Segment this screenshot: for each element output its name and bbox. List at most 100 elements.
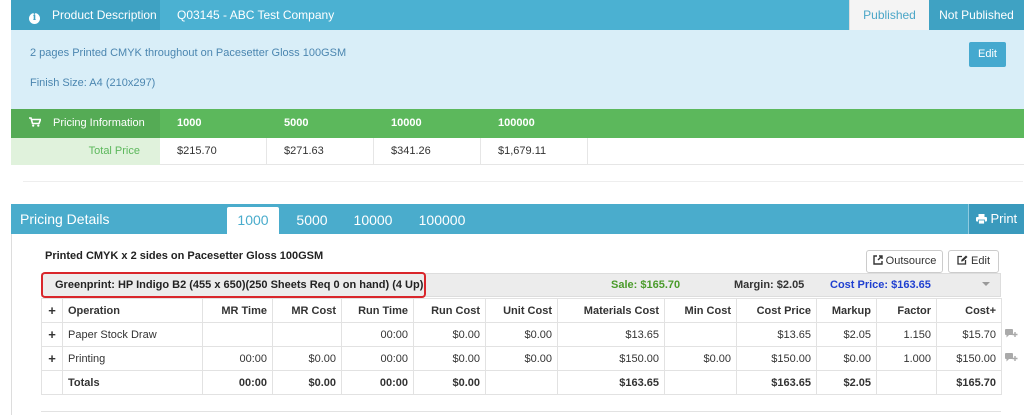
total-price-cell: $341.26 — [374, 138, 481, 165]
divider — [23, 181, 1023, 182]
product-title: Q03145 - ABC Test Company — [177, 8, 335, 22]
operations-table: + Operation MR Time MR Cost Run Time Run… — [41, 298, 1002, 395]
column-header: Markup — [816, 298, 877, 323]
table-cell — [41, 370, 63, 395]
table-cell: $150.00 — [557, 346, 665, 371]
table-cell: $165.70 — [936, 370, 1002, 395]
table-cell — [876, 370, 937, 395]
add-operation-icon[interactable]: + — [41, 298, 63, 323]
table-cell: $0.00 — [485, 322, 558, 347]
pricing-qty-header: 5000 — [284, 117, 309, 129]
not-published-button[interactable]: Not Published — [929, 0, 1024, 30]
outsource-button[interactable]: Outsource — [866, 250, 943, 273]
add-comment-icon[interactable] — [1005, 328, 1018, 338]
table-cell: $0.00 — [485, 346, 558, 371]
pricing-information-label: Pricing Information — [11, 109, 160, 138]
table-cell: 00:00 — [341, 322, 414, 347]
table-cell: $13.65 — [736, 322, 817, 347]
total-price-label: Total Price — [11, 138, 160, 165]
product-label-text: Product Description — [52, 8, 157, 22]
pricing-details-bar: Pricing Details 1000 5000 10000 100000 P… — [11, 204, 1024, 234]
pricing-qty-header: 10000 — [391, 117, 422, 129]
table-cell: $150.00 — [936, 346, 1002, 371]
product-header: i Product Description Q03145 - ABC Test C… — [11, 0, 1024, 30]
pricing-information-bar: Pricing Information 1000 5000 10000 1000… — [11, 109, 1024, 138]
pricing-qty-header: 100000 — [498, 117, 535, 129]
column-header: Unit Cost — [485, 298, 558, 323]
published-button[interactable]: Published — [849, 0, 929, 30]
table-cell — [664, 322, 737, 347]
table-cell: $13.65 — [557, 322, 665, 347]
caret-down-icon[interactable] — [982, 282, 990, 286]
totals-label: Totals — [62, 370, 203, 395]
table-row: + Paper Stock Draw 00:00 $0.00 $0.00 $13… — [41, 322, 1002, 347]
column-header: Min Cost — [664, 298, 737, 323]
table-cell: $150.00 — [736, 346, 817, 371]
edit-product-button[interactable]: Edit — [969, 42, 1006, 67]
table-cell — [664, 370, 737, 395]
tab-qty-10000[interactable]: 10000 — [344, 207, 402, 234]
add-comment-icon[interactable] — [1005, 352, 1018, 362]
table-cell: $163.65 — [557, 370, 665, 395]
tab-qty-5000[interactable]: 5000 — [285, 207, 339, 234]
totals-row: Totals 00:00 $0.00 00:00 $0.00 $163.65 $… — [41, 370, 1002, 395]
print-button[interactable]: Print — [968, 204, 1024, 234]
table-header-row: + Operation MR Time MR Cost Run Time Run… — [41, 298, 1002, 323]
column-header: Run Cost — [413, 298, 486, 323]
table-cell: $0.00 — [272, 370, 342, 395]
table-cell: $0.00 — [272, 346, 342, 371]
table-cell: $2.05 — [816, 322, 877, 347]
column-header: Cost Price — [736, 298, 817, 323]
operation-name: Paper Stock Draw — [62, 322, 203, 347]
table-cell — [272, 322, 342, 347]
pricing-information-text: Pricing Information — [53, 117, 145, 129]
column-header: MR Time — [202, 298, 273, 323]
expand-row-icon[interactable]: + — [41, 346, 63, 371]
table-cell: $15.70 — [936, 322, 1002, 347]
expand-row-icon[interactable]: + — [41, 322, 63, 347]
external-link-icon — [872, 255, 886, 267]
column-header: MR Cost — [272, 298, 342, 323]
info-icon: i — [29, 13, 40, 24]
table-cell: $163.65 — [736, 370, 817, 395]
edit-spec-button[interactable]: Edit — [948, 250, 999, 273]
total-price-row: Total Price $215.70 $271.63 $341.26 $1,6… — [11, 138, 1024, 165]
table-cell: $0.00 — [816, 346, 877, 371]
table-row: + Printing 00:00 $0.00 00:00 $0.00 $0.00… — [41, 346, 1002, 371]
table-cell: 1.000 — [876, 346, 937, 371]
table-cell: $0.00 — [664, 346, 737, 371]
finish-size: Finish Size: A4 (210x297) — [30, 77, 156, 89]
table-cell: $0.00 — [413, 346, 486, 371]
column-header: Cost+ — [936, 298, 1002, 323]
outsource-label: Outsource — [885, 255, 937, 267]
product-description: 2 pages Printed CMYK throughout on Paces… — [30, 47, 347, 59]
table-cell — [485, 370, 558, 395]
table-cell: 00:00 — [341, 370, 414, 395]
table-cell: 00:00 — [341, 346, 414, 371]
column-header: Operation — [62, 298, 203, 323]
edit-icon — [957, 255, 971, 267]
column-header: Materials Cost — [557, 298, 665, 323]
divider — [41, 411, 1001, 412]
description-panel: 2 pages Printed CMYK throughout on Paces… — [11, 30, 1024, 109]
column-header: Factor — [876, 298, 937, 323]
table-cell: $0.00 — [413, 370, 486, 395]
print-label: Print — [990, 211, 1018, 226]
table-cell — [202, 322, 273, 347]
total-price-cell: $215.70 — [160, 138, 267, 165]
press-cost-price: Cost Price: $163.65 — [830, 279, 931, 291]
total-price-cell: $1,679.11 — [481, 138, 588, 165]
tab-qty-100000[interactable]: 100000 — [409, 207, 475, 234]
table-cell: 00:00 — [202, 370, 273, 395]
press-margin: Margin: $2.05 — [734, 279, 805, 291]
table-cell: 00:00 — [202, 346, 273, 371]
press-name-highlight[interactable]: Greenprint: HP Indigo B2 (455 x 650)(250… — [41, 272, 426, 298]
product-description-label: i Product Description — [11, 0, 160, 30]
tab-qty-1000[interactable]: 1000 — [227, 207, 279, 234]
cart-icon — [29, 110, 42, 127]
operation-name: Printing — [62, 346, 203, 371]
table-cell: 1.150 — [876, 322, 937, 347]
edit-spec-label: Edit — [971, 255, 991, 267]
column-header: Run Time — [341, 298, 414, 323]
total-price-cell: $271.63 — [267, 138, 374, 165]
